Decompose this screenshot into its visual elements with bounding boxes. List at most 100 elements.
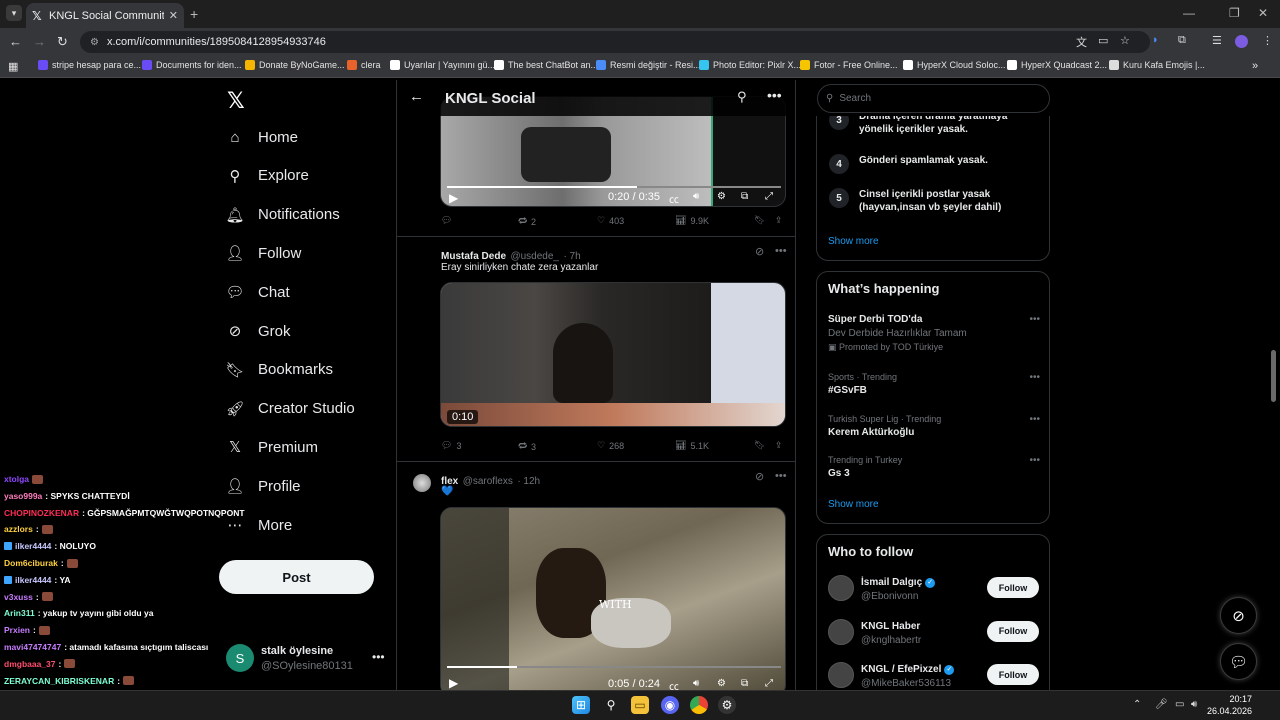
video-progress-bar[interactable] [447,186,781,188]
follow-suggestion[interactable]: KNGL Haber @knglhabertr Follow [828,618,1040,649]
profile-avatar[interactable] [1235,35,1248,48]
nav-item-more[interactable]: ⋯ More [226,516,293,535]
grok-icon[interactable]: ⊘ [755,470,764,483]
taskbar-clock[interactable]: 20:17 26.04.2026 [1206,693,1252,717]
settings-icon[interactable]: ⚙ [717,678,726,689]
volume-icon[interactable]: 🔊︎ [693,191,699,202]
share-button[interactable]: ⇪ [775,215,783,226]
trends-show-more-link[interactable]: Show more [828,499,879,510]
captions-icon[interactable]: ㏄ [669,191,679,206]
pip-icon[interactable]: ⧉ [741,191,748,202]
avatar[interactable] [828,575,854,601]
active-tab[interactable]: 𝕏 KNGL Social Community / X ✕ [26,3,184,28]
bookmark-item[interactable]: Documents for iden... [142,60,242,70]
repost-button[interactable]: 🔁︎ 2 [518,215,536,228]
trend-more-icon[interactable]: ••• [1029,372,1040,383]
post-more-icon[interactable]: ••• [775,245,787,257]
follow-button[interactable]: Follow [987,577,1039,598]
account-switcher[interactable]: S stalk öylesine @SOylesine80131 ••• [226,644,396,676]
bookmark-item[interactable]: stripe hesap para ce... [38,60,141,70]
post-video[interactable]: 0:10 [440,282,786,427]
bookmark-button[interactable]: 🔖︎ [754,440,765,451]
trend-more-icon[interactable]: ••• [1029,414,1040,425]
bookmark-item[interactable]: Photo Editor: Pixlr X... [699,60,801,70]
grok-fab-button[interactable]: ⊘ [1220,597,1257,634]
share-button[interactable]: ⇪ [775,440,783,451]
bookmark-item[interactable]: Fotor - Free Online... [800,60,898,70]
volume-icon[interactable]: 🔊︎ [693,678,699,689]
avatar[interactable] [828,618,854,645]
chat-fab-button[interactable]: 💬︎ [1220,643,1257,680]
nav-item-bookmarks[interactable]: 🔖︎ Bookmarks [225,361,333,379]
search-icon[interactable]: ⚲ [602,696,620,714]
translate-icon[interactable]: 文 [1076,34,1087,50]
play-icon[interactable]: ▶ [449,676,458,690]
bookmark-item[interactable]: HyperX Cloud Soloc... [903,60,1006,70]
bookmark-item[interactable]: HyperX Quadcast 2... [1007,60,1107,70]
start-button[interactable]: ⊞ [572,696,590,714]
trend-more-icon[interactable]: ••• [1029,455,1040,466]
bookmark-button[interactable]: 🔖︎ [754,215,765,226]
back-arrow-icon[interactable]: ← [409,88,424,105]
volume-icon[interactable]: 🔊︎ [1191,699,1197,710]
post-button[interactable]: Post [219,560,374,594]
avatar[interactable] [413,474,431,492]
like-button[interactable]: ♡ 268 [597,440,624,451]
trend-item[interactable]: Trending in Turkey Gs 3 ••• [828,455,1040,479]
nav-item-premium[interactable]: 𝕏 Premium [226,438,318,457]
trend-more-icon[interactable]: ••• [1029,314,1040,325]
more-icon[interactable]: ••• [767,87,782,103]
follow-button[interactable]: Follow [987,620,1039,642]
like-button[interactable]: ♡ 403 [597,215,624,226]
follow-suggestion[interactable]: KNGL / EfePixzel ✓ @MikeBaker536113 Follow [828,662,1040,690]
extension-icon[interactable]: ◗ [1152,34,1159,46]
nav-item-chat[interactable]: 💬︎ Chat [225,283,289,302]
bookmark-item[interactable]: Donate ByNoGame... [245,60,345,70]
search-icon[interactable]: ⚲ [737,89,747,105]
trend-item[interactable]: Turkish Super Lig · Trending Kerem Aktürk… [828,414,1040,438]
bookmarks-overflow-icon[interactable]: » [1252,60,1258,72]
extensions-puzzle-icon[interactable]: ⧉ [1178,34,1186,47]
follow-suggestion[interactable]: İsmail Dalgıç ✓ @Ebonivonn Follow [828,575,1040,605]
grok-icon[interactable]: ⊘ [755,245,764,258]
browser-menu-icon[interactable]: ⋮ [1262,34,1273,47]
close-window-button[interactable]: ✕ [1258,6,1268,20]
trend-item[interactable]: Sports · Trending #GSvFB ••• [828,372,1040,396]
nav-item-profile[interactable]: 👤︎ Profile [225,477,300,496]
reading-list-icon[interactable]: ☰ [1212,34,1222,47]
settings-icon[interactable]: ⚙ [717,191,726,202]
tray-overflow-icon[interactable]: ⌃ [1133,699,1141,710]
network-icon[interactable]: ▭ [1175,699,1184,710]
microphone-icon[interactable]: 🎤︎ [1155,699,1168,710]
cast-icon[interactable]: ▭ [1098,34,1108,47]
nav-item-home[interactable]: ⌂ Home [226,128,298,146]
pip-icon[interactable]: ⧉ [741,678,748,689]
bookmark-item[interactable]: The best ChatBot an... [494,60,598,70]
bookmark-item[interactable]: clera [347,60,381,70]
file-explorer-icon[interactable]: ▭ [631,696,649,714]
nav-item-creator-studio[interactable]: 🚀︎ Creator Studio [225,400,354,418]
address-bar[interactable]: ⚙ x.com/i/communities/189508412895493374… [80,31,1150,53]
bookmark-item[interactable]: Uyarılar | Yayınını gü... [390,60,495,70]
video-progress-bar[interactable] [447,666,781,668]
follow-button[interactable]: Follow [987,664,1039,685]
post-author[interactable]: flex @saroflexs · 12h [441,471,540,489]
post-more-icon[interactable]: ••• [775,470,787,482]
tab-close-icon[interactable]: ✕ [169,9,178,22]
reply-button[interactable]: 💬︎ [441,215,456,226]
nav-item-follow[interactable]: 👤︎ Follow [225,244,301,263]
restore-button[interactable]: ❐ [1229,6,1240,20]
app-icon[interactable]: ⚙ [718,696,736,714]
new-tab-button[interactable]: + [190,6,198,22]
forward-button[interactable]: → [33,34,46,49]
scrollbar-thumb[interactable] [1271,350,1276,402]
post-video[interactable]: WITH ▶ 0:05 / 0:24 ㏄ 🔊︎ ⚙ ⧉ ⤢ [440,507,786,692]
bookmark-item[interactable]: Resmi değiştir - Resi... [596,60,701,70]
site-info-icon[interactable]: ⚙ [90,37,99,48]
bookmark-item[interactable]: Kuru Kafa Emojis |... [1109,60,1205,70]
rules-show-more-link[interactable]: Show more [828,236,879,247]
reload-button[interactable]: ↻ [57,34,68,50]
views-button[interactable]: 📊︎ 5.1K [675,440,709,451]
nav-item-explore[interactable]: ⚲ Explore [226,167,309,185]
minimize-button[interactable]: — [1183,6,1195,20]
